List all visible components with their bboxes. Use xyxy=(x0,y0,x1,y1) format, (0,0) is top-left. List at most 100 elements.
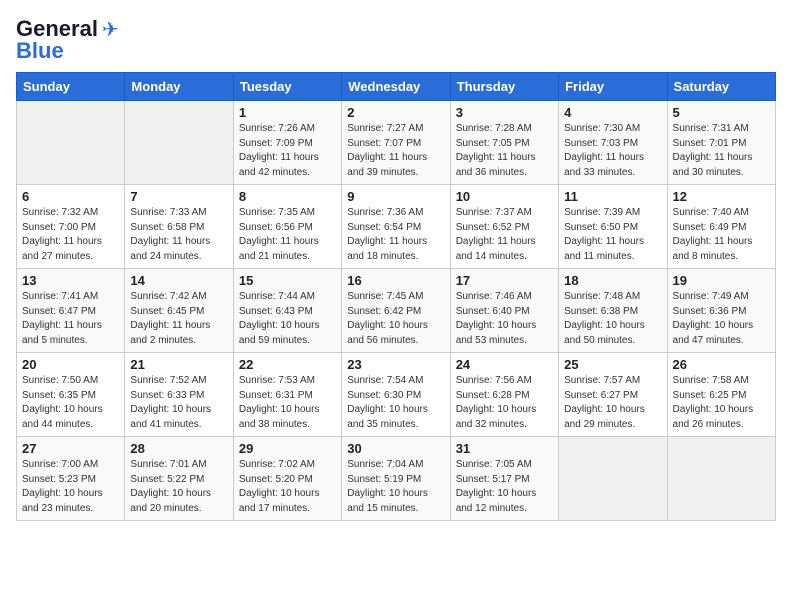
day-number: 14 xyxy=(130,273,227,288)
calendar-cell: 16Sunrise: 7:45 AM Sunset: 6:42 PM Dayli… xyxy=(342,269,450,353)
day-number: 12 xyxy=(673,189,770,204)
header-wednesday: Wednesday xyxy=(342,73,450,101)
calendar-cell xyxy=(125,101,233,185)
day-info: Sunrise: 7:01 AM Sunset: 5:22 PM Dayligh… xyxy=(130,458,227,516)
day-info: Sunrise: 7:00 AM Sunset: 5:23 PM Dayligh… xyxy=(22,458,119,516)
day-number: 4 xyxy=(564,105,661,120)
day-info: Sunrise: 7:27 AM Sunset: 7:07 PM Dayligh… xyxy=(347,122,444,180)
day-info: Sunrise: 7:02 AM Sunset: 5:20 PM Dayligh… xyxy=(239,458,336,516)
day-info: Sunrise: 7:49 AM Sunset: 6:36 PM Dayligh… xyxy=(673,290,770,348)
calendar-cell: 7 Sunrise: 7:33 AM Sunset: 6:58 PM Daylig… xyxy=(125,185,233,269)
day-info: Sunrise: 7:33 AM Sunset: 6:58 PM Dayligh… xyxy=(130,206,227,264)
calendar-cell: 15 Sunrise: 7:44 AM Sunset: 6:43 PM Dayli… xyxy=(233,269,341,353)
day-info: Sunrise: 7:54 AM Sunset: 6:30 PM Dayligh… xyxy=(347,374,444,432)
calendar-table: SundayMondayTuesdayWednesdayThursdayFrid… xyxy=(16,72,776,521)
calendar-cell: 4 Sunrise: 7:30 AM Sunset: 7:03 PM Daylig… xyxy=(559,101,667,185)
day-number: 10 xyxy=(456,189,553,204)
day-info: Sunrise: 7:44 AM Sunset: 6:43 PM Dayligh… xyxy=(239,290,336,348)
day-info: Sunrise: 7:39 AM Sunset: 6:50 PM Dayligh… xyxy=(564,206,661,264)
day-number: 6 xyxy=(22,189,119,204)
logo: General ✈ Blue xyxy=(16,16,119,64)
day-info: Sunrise: 7:28 AM Sunset: 7:05 PM Dayligh… xyxy=(456,122,553,180)
logo-bird-icon: ✈ xyxy=(102,17,119,42)
day-number: 31 xyxy=(456,441,553,456)
calendar-cell: 17 Sunrise: 7:46 AM Sunset: 6:40 PM Dayli… xyxy=(450,269,558,353)
day-info: Sunrise: 7:53 AM Sunset: 6:31 PM Dayligh… xyxy=(239,374,336,432)
day-number: 1 xyxy=(239,105,336,120)
calendar-cell xyxy=(559,437,667,521)
calendar-cell: 5 Sunrise: 7:31 AM Sunset: 7:01 PM Daylig… xyxy=(667,101,775,185)
calendar-cell: 25 Sunrise: 7:57 AM Sunset: 6:27 PM Dayli… xyxy=(559,353,667,437)
day-number: 21 xyxy=(130,357,227,372)
calendar-cell: 21 Sunrise: 7:52 AM Sunset: 6:33 PM Dayli… xyxy=(125,353,233,437)
day-number: 24 xyxy=(456,357,553,372)
header-thursday: Thursday xyxy=(450,73,558,101)
day-number: 27 xyxy=(22,441,119,456)
day-number: 17 xyxy=(456,273,553,288)
day-info: Sunrise: 7:26 AM Sunset: 7:09 PM Dayligh… xyxy=(239,122,336,180)
week-row-0: 1 Sunrise: 7:26 AM Sunset: 7:09 PM Daylig… xyxy=(17,101,776,185)
day-number: 9 xyxy=(347,189,444,204)
calendar-cell: 3Sunrise: 7:28 AM Sunset: 7:05 PM Daylig… xyxy=(450,101,558,185)
header-sunday: Sunday xyxy=(17,73,125,101)
day-number: 16 xyxy=(347,273,444,288)
day-info: Sunrise: 7:40 AM Sunset: 6:49 PM Dayligh… xyxy=(673,206,770,264)
calendar-cell: 31 Sunrise: 7:05 AM Sunset: 5:17 PM Dayli… xyxy=(450,437,558,521)
day-number: 15 xyxy=(239,273,336,288)
day-number: 2 xyxy=(347,105,444,120)
day-number: 26 xyxy=(673,357,770,372)
calendar-cell: 12 Sunrise: 7:40 AM Sunset: 6:49 PM Dayli… xyxy=(667,185,775,269)
calendar-cell: 14 Sunrise: 7:42 AM Sunset: 6:45 PM Dayli… xyxy=(125,269,233,353)
calendar-cell: 18Sunrise: 7:48 AM Sunset: 6:38 PM Dayli… xyxy=(559,269,667,353)
day-number: 13 xyxy=(22,273,119,288)
day-number: 8 xyxy=(239,189,336,204)
calendar-cell: 28 Sunrise: 7:01 AM Sunset: 5:22 PM Dayli… xyxy=(125,437,233,521)
day-info: Sunrise: 7:05 AM Sunset: 5:17 PM Dayligh… xyxy=(456,458,553,516)
day-info: Sunrise: 7:36 AM Sunset: 6:54 PM Dayligh… xyxy=(347,206,444,264)
day-info: Sunrise: 7:35 AM Sunset: 6:56 PM Dayligh… xyxy=(239,206,336,264)
day-info: Sunrise: 7:58 AM Sunset: 6:25 PM Dayligh… xyxy=(673,374,770,432)
day-info: Sunrise: 7:31 AM Sunset: 7:01 PM Dayligh… xyxy=(673,122,770,180)
day-number: 22 xyxy=(239,357,336,372)
day-info: Sunrise: 7:37 AM Sunset: 6:52 PM Dayligh… xyxy=(456,206,553,264)
header-friday: Friday xyxy=(559,73,667,101)
calendar-cell: 8 Sunrise: 7:35 AM Sunset: 6:56 PM Daylig… xyxy=(233,185,341,269)
day-info: Sunrise: 7:32 AM Sunset: 7:00 PM Dayligh… xyxy=(22,206,119,264)
calendar-cell: 26 Sunrise: 7:58 AM Sunset: 6:25 PM Dayli… xyxy=(667,353,775,437)
calendar-cell: 2 Sunrise: 7:27 AM Sunset: 7:07 PM Daylig… xyxy=(342,101,450,185)
day-number: 30 xyxy=(347,441,444,456)
day-info: Sunrise: 7:30 AM Sunset: 7:03 PM Dayligh… xyxy=(564,122,661,180)
day-number: 25 xyxy=(564,357,661,372)
logo-blue: Blue xyxy=(16,38,64,64)
day-info: Sunrise: 7:52 AM Sunset: 6:33 PM Dayligh… xyxy=(130,374,227,432)
day-number: 7 xyxy=(130,189,227,204)
calendar-cell: 30Sunrise: 7:04 AM Sunset: 5:19 PM Dayli… xyxy=(342,437,450,521)
calendar-cell: 9 Sunrise: 7:36 AM Sunset: 6:54 PM Daylig… xyxy=(342,185,450,269)
day-number: 29 xyxy=(239,441,336,456)
day-number: 23 xyxy=(347,357,444,372)
calendar-cell: 23 Sunrise: 7:54 AM Sunset: 6:30 PM Dayli… xyxy=(342,353,450,437)
calendar-cell: 19 Sunrise: 7:49 AM Sunset: 6:36 PM Dayli… xyxy=(667,269,775,353)
day-info: Sunrise: 7:57 AM Sunset: 6:27 PM Dayligh… xyxy=(564,374,661,432)
header-row: SundayMondayTuesdayWednesdayThursdayFrid… xyxy=(17,73,776,101)
week-row-1: 6 Sunrise: 7:32 AM Sunset: 7:00 PM Daylig… xyxy=(17,185,776,269)
calendar-cell: 1 Sunrise: 7:26 AM Sunset: 7:09 PM Daylig… xyxy=(233,101,341,185)
calendar-cell: 10 Sunrise: 7:37 AM Sunset: 6:52 PM Dayli… xyxy=(450,185,558,269)
day-info: Sunrise: 7:41 AM Sunset: 6:47 PM Dayligh… xyxy=(22,290,119,348)
day-number: 5 xyxy=(673,105,770,120)
calendar-cell: 6 Sunrise: 7:32 AM Sunset: 7:00 PM Daylig… xyxy=(17,185,125,269)
header-tuesday: Tuesday xyxy=(233,73,341,101)
week-row-4: 27 Sunrise: 7:00 AM Sunset: 5:23 PM Dayli… xyxy=(17,437,776,521)
calendar-cell xyxy=(667,437,775,521)
day-number: 28 xyxy=(130,441,227,456)
week-row-2: 13 Sunrise: 7:41 AM Sunset: 6:47 PM Dayli… xyxy=(17,269,776,353)
day-info: Sunrise: 7:56 AM Sunset: 6:28 PM Dayligh… xyxy=(456,374,553,432)
header-saturday: Saturday xyxy=(667,73,775,101)
day-info: Sunrise: 7:42 AM Sunset: 6:45 PM Dayligh… xyxy=(130,290,227,348)
day-info: Sunrise: 7:46 AM Sunset: 6:40 PM Dayligh… xyxy=(456,290,553,348)
day-number: 20 xyxy=(22,357,119,372)
calendar-cell: 11Sunrise: 7:39 AM Sunset: 6:50 PM Dayli… xyxy=(559,185,667,269)
calendar-cell: 13 Sunrise: 7:41 AM Sunset: 6:47 PM Dayli… xyxy=(17,269,125,353)
day-info: Sunrise: 7:50 AM Sunset: 6:35 PM Dayligh… xyxy=(22,374,119,432)
day-number: 19 xyxy=(673,273,770,288)
